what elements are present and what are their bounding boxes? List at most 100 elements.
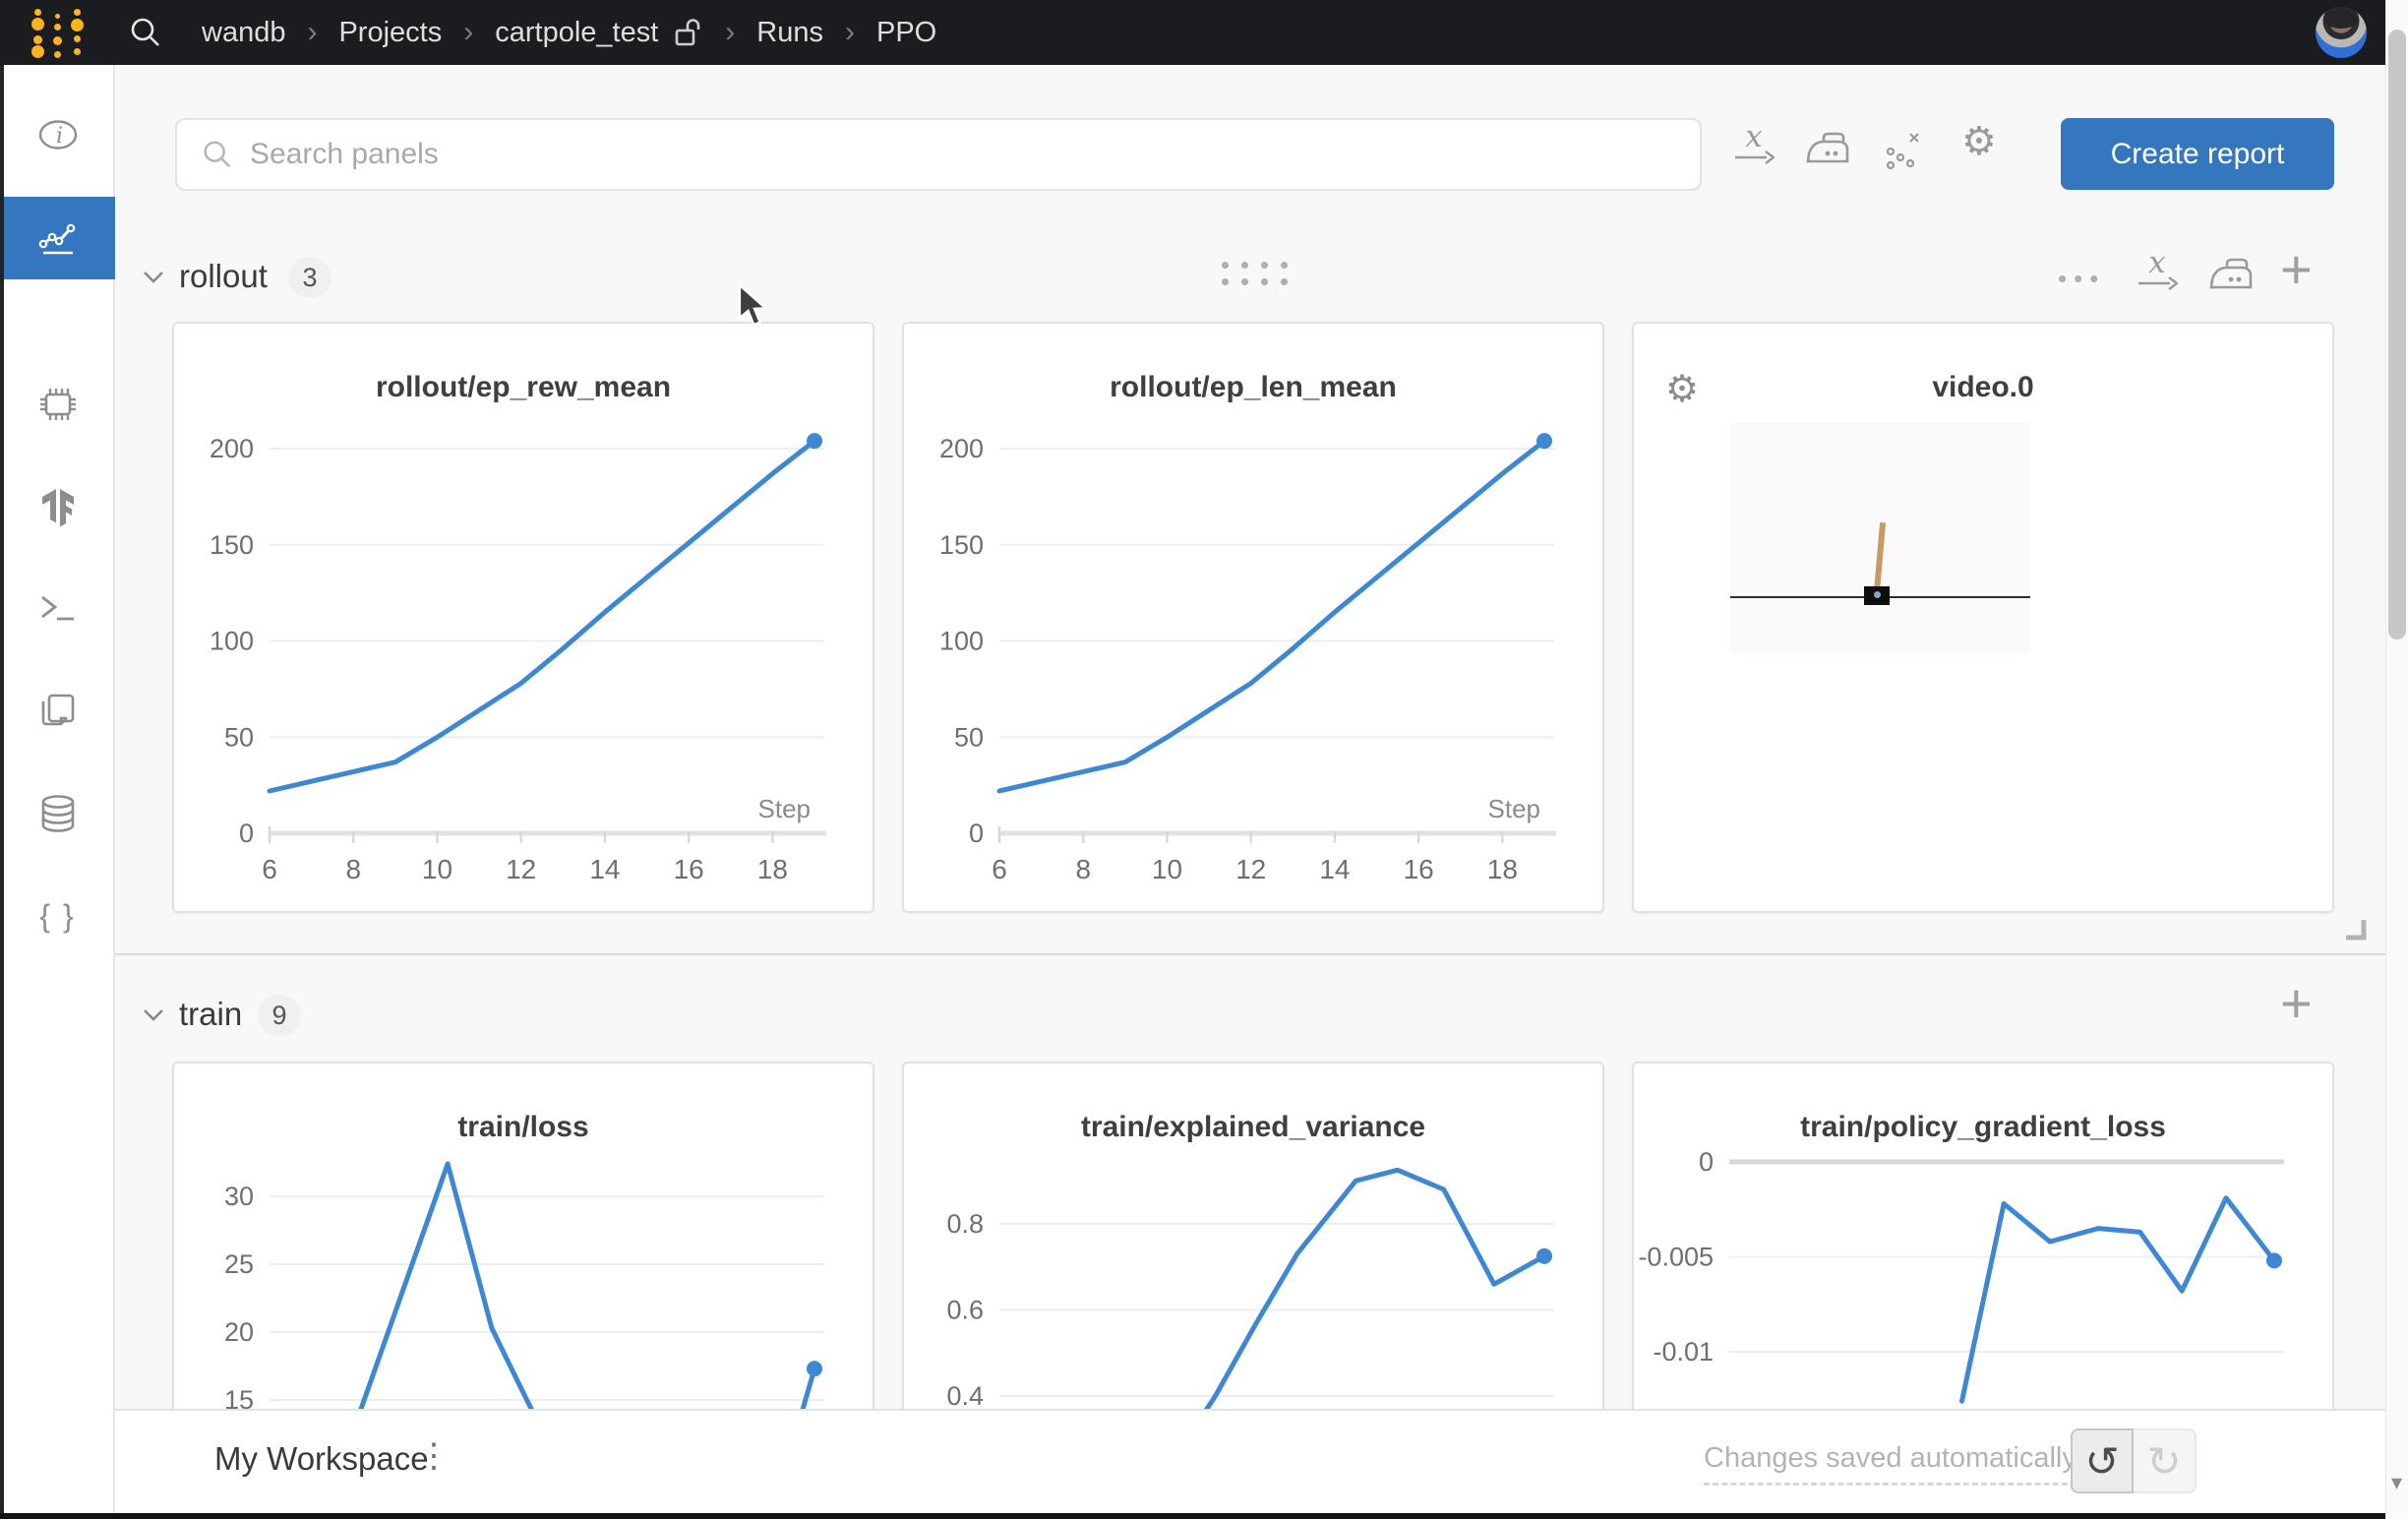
outliers-icon[interactable]: [1881, 126, 1928, 173]
x-tick-label: 6: [992, 854, 1007, 884]
y-tick-label: 0: [239, 819, 254, 848]
breadcrumb-projects[interactable]: Projects: [338, 17, 442, 49]
x-tick-label: 18: [757, 854, 788, 884]
y-tick-label: 25: [224, 1249, 254, 1279]
series-endpoint-marker: [1536, 433, 1552, 449]
x-tick-label: 16: [674, 854, 704, 884]
cartpole-axle: [1874, 591, 1881, 598]
x-tick-label: 18: [1487, 854, 1518, 884]
user-avatar[interactable]: [2316, 7, 2367, 58]
x-tick-label: 6: [262, 854, 277, 884]
section-divider: [115, 953, 2385, 955]
rollout-panel-count-badge: 3: [288, 257, 331, 298]
redo-button[interactable]: ↻: [2134, 1428, 2197, 1493]
panel-train-explained-variance[interactable]: 0.4 0.6 0.8 train/explained_variance: [902, 1062, 1604, 1409]
train-panel-count-badge: 9: [258, 995, 301, 1036]
series-endpoint-marker: [807, 433, 822, 449]
chip-icon: [35, 382, 81, 427]
panel-train-policy-gradient-loss[interactable]: 0 -0.005 -0.01 train/policy_gradient_loss: [1632, 1062, 2334, 1409]
x-axis-title: Step: [758, 794, 812, 823]
breadcrumb-runs[interactable]: Runs: [756, 17, 823, 49]
panel-ep-len-mean[interactable]: 050100150200681012141618Step rollout/ep_…: [902, 322, 1604, 913]
chart-title: train/explained_variance: [904, 1111, 1602, 1144]
sidebar-item-code[interactable]: { }: [0, 875, 115, 957]
workspace-footer: My Workspace ⋮ Changes saved automatical…: [0, 1409, 2408, 1513]
rollout-collapse-chevron-icon[interactable]: [141, 268, 166, 290]
rollout-overflow-menu-icon[interactable]: •••: [2058, 264, 2105, 294]
undo-button[interactable]: ↺: [2071, 1428, 2134, 1493]
smoothing-iron-icon[interactable]: [1802, 128, 1853, 171]
page-scrollbar[interactable]: [2385, 0, 2408, 1519]
gear-icon: ⚙: [1961, 122, 1997, 161]
x-axis-settings-icon[interactable]: x: [1733, 124, 1775, 165]
scrollbar-down-arrow-icon[interactable]: ▾: [2385, 1470, 2408, 1495]
breadcrumb-wandb[interactable]: wandb: [202, 17, 285, 49]
sidebar-item-charts[interactable]: [0, 197, 115, 279]
undo-redo-group: ↺ ↻: [2071, 1428, 2197, 1493]
rollout-add-panel-icon[interactable]: +: [2280, 248, 2313, 291]
y-tick-label: 0.8: [946, 1209, 984, 1239]
sidebar-item-files[interactable]: [0, 670, 115, 753]
rollout-section-title[interactable]: rollout: [179, 258, 268, 295]
chart-canvas: 050100150200681012141618Step: [174, 324, 876, 915]
search-panels-input[interactable]: [250, 138, 1529, 171]
cartpole-video-frame[interactable]: [1730, 422, 2030, 654]
y-tick-label: 100: [939, 627, 984, 656]
sidebar-item-info[interactable]: i: [0, 93, 115, 176]
wandb-logo[interactable]: [30, 4, 90, 63]
terminal-icon: [35, 586, 81, 632]
x-tick-label: 16: [1404, 854, 1434, 884]
panel-train-loss[interactable]: 15202530 train/loss: [172, 1062, 874, 1409]
breadcrumb-project-name[interactable]: cartpole_test: [495, 17, 658, 49]
sidebar-item-logs[interactable]: [0, 568, 115, 650]
y-tick-label: 100: [210, 627, 254, 656]
chart-canvas: 050100150200681012141618Step: [904, 324, 1606, 915]
rollout-x-axis-icon[interactable]: x: [2137, 250, 2178, 291]
x-axis-title: Step: [1488, 794, 1541, 823]
y-tick-label: 0: [1699, 1147, 1714, 1177]
global-search-icon[interactable]: [128, 15, 163, 55]
sidebar-item-artifacts[interactable]: [0, 772, 115, 855]
y-tick-label: 200: [210, 434, 254, 463]
window-left-edge: [0, 65, 4, 1519]
y-tick-label: -0.005: [1638, 1243, 1714, 1272]
y-tick-label: -0.01: [1653, 1337, 1714, 1367]
cartpole-pole: [1874, 522, 1886, 591]
scrollbar-thumb[interactable]: [2388, 30, 2406, 639]
create-report-button[interactable]: Create report: [2061, 118, 2334, 190]
series-endpoint-marker: [807, 1361, 822, 1376]
y-tick-label: 200: [939, 434, 984, 463]
workspace-menu-kebab-icon[interactable]: ⋮: [417, 1436, 451, 1476]
rollout-smoothing-iron-icon[interactable]: [2205, 254, 2257, 297]
window-bottom-edge: [0, 1513, 2408, 1519]
autosave-status: Changes saved automatically: [1704, 1442, 2077, 1486]
train-add-panel-icon[interactable]: +: [2280, 982, 2313, 1025]
y-tick-label: 50: [954, 722, 984, 752]
series-line: [1962, 1198, 2275, 1402]
train-section-title[interactable]: train: [179, 996, 242, 1033]
drag-handle-icon[interactable]: [1222, 262, 1288, 285]
chart-title: rollout/ep_len_mean: [904, 371, 1602, 404]
y-tick-label: 20: [224, 1317, 254, 1347]
breadcrumb-separator: ›: [307, 16, 317, 49]
database-icon: [35, 791, 81, 836]
y-tick-label: 0.4: [946, 1381, 984, 1409]
panel-video-0[interactable]: ⚙ video.0: [1632, 322, 2334, 913]
x-tick-label: 10: [422, 854, 452, 884]
workspace-label[interactable]: My Workspace: [214, 1440, 429, 1478]
sidebar-item-system[interactable]: [0, 363, 115, 446]
sidebar-item-model[interactable]: [0, 465, 115, 548]
x-tick-label: 12: [1235, 854, 1266, 884]
y-tick-label: 0.6: [946, 1296, 984, 1325]
chart-title: train/policy_gradient_loss: [1634, 1111, 2332, 1144]
train-collapse-chevron-icon[interactable]: [141, 1005, 166, 1028]
breadcrumb-run-name[interactable]: PPO: [876, 17, 936, 49]
section-resize-handle[interactable]: [2342, 916, 2368, 946]
x-tick-label: 10: [1152, 854, 1182, 884]
series-endpoint-marker: [1536, 1248, 1552, 1264]
panel-ep-rew-mean[interactable]: 050100150200681012141618Step rollout/ep_…: [172, 322, 874, 913]
line-chart-icon: [35, 215, 81, 261]
x-tick-label: 14: [589, 854, 620, 884]
x-tick-label: 14: [1319, 854, 1350, 884]
settings-gear-icon[interactable]: ⚙: [1961, 122, 1997, 161]
